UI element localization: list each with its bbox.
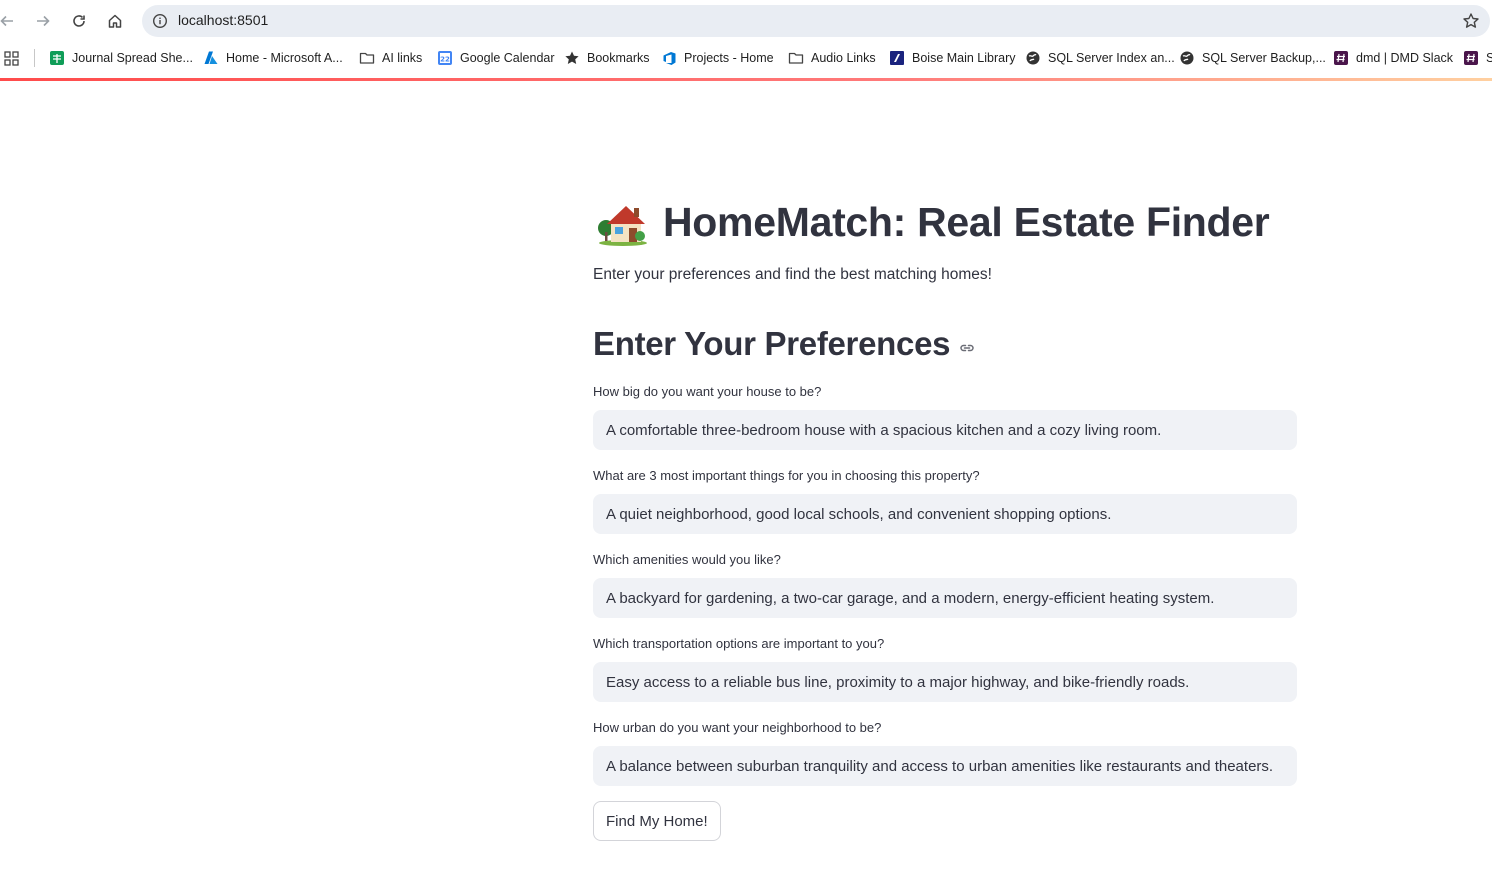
bookmark-label: Home - Microsoft A... (226, 51, 343, 65)
forward-arrow-icon[interactable] (31, 9, 55, 33)
bookmark-microsoft-azure[interactable]: Home - Microsoft A... (203, 48, 343, 68)
amenities-field: Which amenities would you like? (593, 551, 1297, 618)
field-label: Which amenities would you like? (593, 552, 781, 567)
bookmark-overflow-slack[interactable]: S (1463, 48, 1492, 68)
app-decoration-bar (0, 78, 1492, 81)
anchor-link-icon[interactable] (958, 339, 976, 357)
apps-grid-icon[interactable] (4, 48, 19, 68)
folder-icon (359, 50, 375, 66)
home-icon[interactable] (103, 9, 127, 33)
bookmark-label: S (1486, 51, 1492, 65)
bookmark-label: Audio Links (811, 51, 876, 65)
bookmark-label: dmd | DMD Slack (1356, 51, 1454, 65)
bookmark-label: Projects - Home (684, 51, 774, 65)
address-bar[interactable]: localhost:8501 (142, 5, 1490, 37)
bookmark-label: Bookmarks (587, 51, 650, 65)
bookmark-google-calendar[interactable]: 22 Google Calendar (437, 48, 555, 68)
slack-icon (1463, 50, 1479, 66)
bookmark-star-icon[interactable] (1460, 10, 1482, 32)
bookmark-label: Google Calendar (460, 51, 555, 65)
bookmark-boise-library[interactable]: Boise Main Library (889, 48, 1016, 68)
globe-icon (1025, 50, 1041, 66)
important-things-field: What are 3 most important things for you… (593, 467, 1297, 534)
house-emoji-icon (598, 206, 647, 246)
bookmark-label: SQL Server Index an... (1048, 51, 1175, 65)
bookmark-projects-home[interactable]: Projects - Home (661, 48, 774, 68)
globe-icon (1179, 50, 1195, 66)
folder-icon (788, 50, 804, 66)
library-icon (889, 50, 905, 66)
bookmark-bookmarks[interactable]: Bookmarks (564, 48, 650, 68)
google-calendar-icon: 22 (437, 50, 453, 66)
bookmark-label: SQL Server Backup,... (1202, 51, 1326, 65)
bookmark-journal-spread[interactable]: Journal Spread She... (49, 48, 193, 68)
important-things-input[interactable] (593, 494, 1297, 534)
slack-icon (1333, 50, 1349, 66)
azure-devops-icon (661, 50, 677, 66)
google-sheets-icon (49, 50, 65, 66)
house-size-input[interactable] (593, 410, 1297, 450)
reload-icon[interactable] (67, 9, 91, 33)
azure-icon (203, 50, 219, 66)
section-heading: Enter Your Preferences (593, 322, 976, 366)
bookmark-audio-links[interactable]: Audio Links (788, 48, 876, 68)
urban-level-field: How urban do you want your neighborhood … (593, 719, 1297, 786)
title-text: HomeMatch: Real Estate Finder (663, 198, 1270, 245)
transportation-input[interactable] (593, 662, 1297, 702)
field-label: What are 3 most important things for you… (593, 468, 980, 483)
urban-level-input[interactable] (593, 746, 1297, 786)
bookmark-ai-links[interactable]: AI links (359, 48, 422, 68)
amenities-input[interactable] (593, 578, 1297, 618)
bookmark-sql-index[interactable]: SQL Server Index an... (1025, 48, 1175, 68)
url-text[interactable]: localhost:8501 (178, 12, 268, 28)
bookmark-label: Journal Spread She... (72, 51, 193, 65)
transportation-field: Which transportation options are importa… (593, 635, 1297, 702)
bookmark-sql-backup[interactable]: SQL Server Backup,... (1179, 48, 1326, 68)
bookmark-label: AI links (382, 51, 423, 65)
bookmarks-bar: Journal Spread She... Home - Microsoft A… (0, 44, 1492, 72)
page-title: HomeMatch: Real Estate Finder (597, 196, 1270, 248)
browser-toolbar: localhost:8501 (0, 0, 1492, 42)
site-info-icon[interactable] (150, 11, 170, 31)
bookmarks-separator (34, 49, 35, 67)
field-label: How urban do you want your neighborhood … (593, 720, 882, 735)
star-icon (564, 50, 580, 66)
svg-text:22: 22 (440, 56, 450, 64)
section-heading-text: Enter Your Preferences (593, 325, 951, 362)
house-size-field: How big do you want your house to be? (593, 383, 1297, 450)
bookmark-dmd-slack[interactable]: dmd | DMD Slack (1333, 48, 1453, 68)
find-my-home-button[interactable]: Find My Home! (593, 801, 721, 841)
back-arrow-icon[interactable] (0, 9, 19, 33)
subtitle: Enter your preferences and find the best… (593, 266, 992, 283)
bookmark-label: Boise Main Library (912, 51, 1016, 65)
field-label: How big do you want your house to be? (593, 384, 822, 399)
field-label: Which transportation options are importa… (593, 636, 885, 651)
